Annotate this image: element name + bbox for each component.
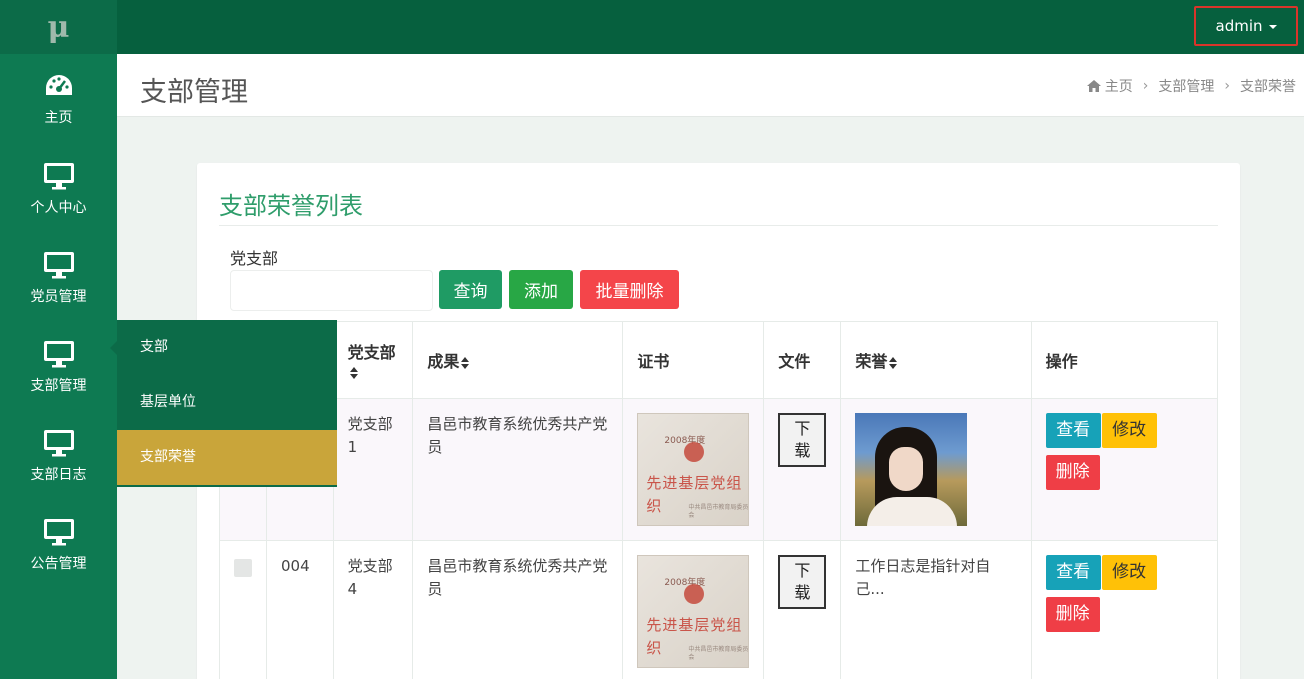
header-certificate: 证书 [622,321,765,399]
submenu-item-branch[interactable]: 支部 [117,320,337,375]
photo-face [889,447,924,491]
sidebar: μ 主页 个人中心 党员管理 支部管理 支部日志 公告管理 [0,0,117,679]
sidebar-item-home[interactable]: 主页 [0,54,117,144]
sidebar-item-label: 个人中心 [30,199,87,216]
table-row: 004 党支部4 昌邑市教育系统优秀共产党员 2008年度 先进基层党组织 中共… [219,540,1219,679]
breadcrumb: 主页 › 支部管理 › 支部荣誉 [1086,76,1296,96]
breadcrumb-home-label: 主页 [1104,79,1133,95]
dashboard-icon [43,71,75,101]
row-result: 昌邑市教育系统优秀共产党员 [412,398,624,541]
row-result: 昌邑市教育系统优秀共产党员 [412,540,624,679]
sort-icon[interactable] [889,356,898,369]
chevron-right-icon: › [1142,78,1149,94]
delete-button[interactable]: 删除 [1045,597,1100,632]
row-id: 004 [266,540,334,679]
sidebar-item-branch[interactable]: 支部管理 [0,322,117,411]
honor-list-card: 支部荣誉列表 党支部 查询 添加 批量删除 党支部 成果 证书 文件 荣誉 操作 [197,163,1240,679]
sidebar-item-members[interactable]: 党员管理 [0,233,117,322]
certificate-image[interactable]: 2008年度 先进基层党组织 中共昌邑市教育局委员会 [637,555,750,668]
top-bar: admin [117,0,1304,54]
header-result[interactable]: 成果 [412,321,624,399]
sidebar-item-label: 支部日志 [30,466,87,483]
batch-delete-button[interactable]: 批量删除 [580,270,679,309]
row-file-cell: 下载 [763,540,842,679]
row-branch: 党支部1 [332,398,414,541]
honor-photo[interactable] [855,413,968,526]
monitor-icon [43,428,75,458]
edit-button[interactable]: 修改 [1101,555,1157,590]
page-title: 支部管理 [140,77,248,108]
row-checkbox[interactable] [234,559,252,577]
download-char: 载 [794,583,811,602]
card-title: 支部荣誉列表 [219,192,363,220]
home-icon [1086,80,1101,92]
row-actions-cell: 查看 修改 删除 [1030,540,1219,679]
sidebar-item-label: 主页 [44,110,73,126]
header-honor[interactable]: 荣誉 [840,321,1032,399]
page-header: 支部管理 主页 › 支部管理 › 支部荣誉 [117,54,1304,117]
row-certificate-cell: 2008年度 先进基层党组织 中共昌邑市教育局委员会 [622,398,765,541]
query-button[interactable]: 查询 [439,270,502,309]
branch-search-input[interactable] [230,270,433,311]
caret-down-icon [1268,25,1277,29]
certificate-image[interactable]: 2008年度 先进基层党组织 中共昌邑市教育局委员会 [637,413,750,526]
honor-table: 党支部 成果 证书 文件 荣誉 操作 党支部1 昌邑市教育系统优秀共产党员 20… [219,321,1219,679]
party-emblem-icon [684,584,705,604]
header-actions: 操作 [1030,321,1219,399]
row-actions-cell: 查看 修改 删除 [1030,398,1219,541]
download-button[interactable]: 下载 [778,555,827,609]
sidebar-item-profile[interactable]: 个人中心 [0,144,117,233]
divider [219,225,1218,226]
view-button[interactable]: 查看 [1045,555,1101,590]
header-branch[interactable]: 党支部 [332,321,414,399]
monitor-icon [43,517,75,547]
view-button[interactable]: 查看 [1045,413,1101,448]
row-select-cell [219,540,267,679]
download-char: 下 [794,419,811,438]
header-file: 文件 [763,321,842,399]
sort-icon[interactable] [349,367,358,379]
download-char: 载 [794,441,811,460]
monitor-icon [43,250,75,280]
download-char: 下 [794,561,811,580]
submenu-item-grassroots-unit[interactable]: 基层单位 [117,375,337,430]
monitor-icon [43,161,75,191]
table-header-row: 党支部 成果 证书 文件 荣誉 操作 [219,321,1219,399]
party-emblem-icon [684,442,705,462]
row-file-cell: 下载 [763,398,842,541]
sidebar-item-branch-log[interactable]: 支部日志 [0,411,117,500]
breadcrumb-parent[interactable]: 支部管理 [1158,76,1214,96]
add-button[interactable]: 添加 [509,270,573,309]
photo-body [867,497,958,526]
chevron-right-icon: › [1224,78,1230,94]
user-menu-dropdown[interactable]: admin [1194,6,1298,46]
edit-button[interactable]: 修改 [1101,413,1157,448]
table-row: 党支部1 昌邑市教育系统优秀共产党员 2008年度 先进基层党组织 中共昌邑市教… [219,398,1219,541]
filter-label: 党支部 [230,249,279,268]
row-honor: 工作日志是指针对自己... [840,540,1032,679]
sort-icon[interactable] [461,356,470,369]
app-logo: μ [0,0,117,54]
row-honor-cell [840,398,1032,541]
monitor-icon [43,339,75,369]
submenu-item-branch-honor[interactable]: 支部荣誉 [117,430,337,485]
sidebar-item-label: 公告管理 [30,555,87,572]
sidebar-item-announcements[interactable]: 公告管理 [0,500,117,589]
download-button[interactable]: 下载 [778,413,827,467]
breadcrumb-home[interactable]: 主页 [1086,76,1133,96]
breadcrumb-current: 支部荣誉 [1240,79,1296,95]
row-certificate-cell: 2008年度 先进基层党组织 中共昌邑市教育局委员会 [622,540,765,679]
row-branch: 党支部4 [332,540,414,679]
sidebar-item-label: 支部管理 [30,377,87,394]
sidebar-item-label: 党员管理 [30,288,87,305]
branch-submenu: 支部 基层单位 支部荣誉 [110,320,337,487]
username: admin [1215,17,1263,35]
delete-button[interactable]: 删除 [1045,455,1100,490]
